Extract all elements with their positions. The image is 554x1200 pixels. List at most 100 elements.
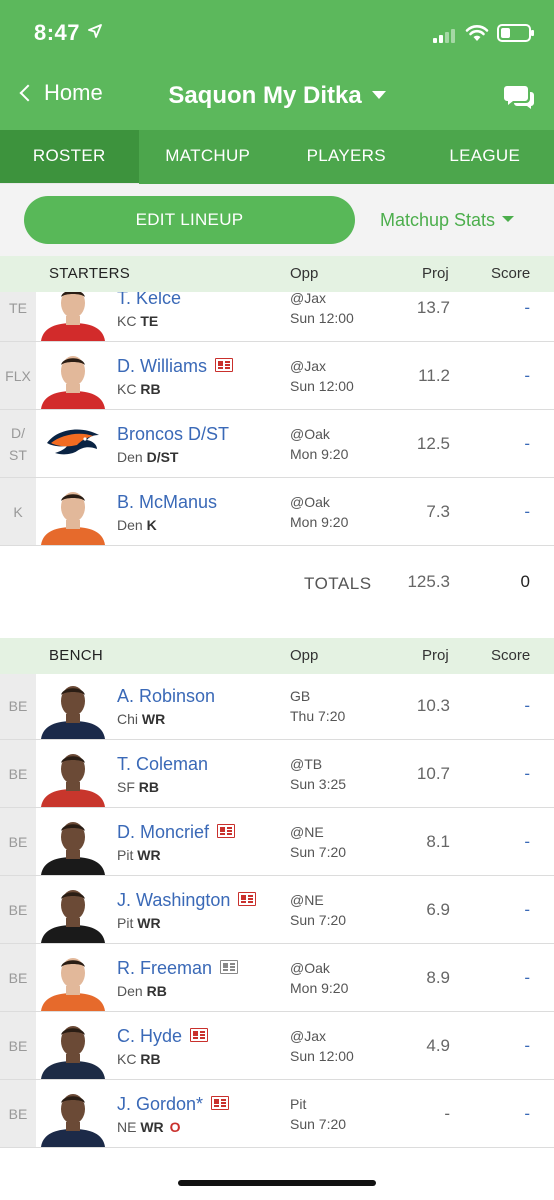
projected-points: 7.3 (426, 502, 450, 521)
slot-label: K (13, 503, 23, 520)
score-value[interactable]: - (500, 696, 530, 716)
player-row[interactable]: K B. McManus Den K @Oak Mon 9:20 7.3 - (0, 478, 554, 546)
lineup-slot[interactable]: BE (0, 1080, 36, 1147)
player-team: Chi (117, 711, 139, 727)
player-name: R. Freeman (117, 958, 213, 978)
opponent-cell: Pit Sun 7:20 (290, 1094, 346, 1134)
player-row[interactable]: BE J. Gordon* NE WR O Pit Sun 7:20 - - (0, 1080, 554, 1148)
player-team: Den (117, 983, 143, 999)
lineup-slot[interactable]: K (0, 478, 36, 545)
projected-points: 10.7 (416, 764, 450, 783)
score-value[interactable]: - (500, 900, 530, 920)
player-row[interactable]: BE C. Hyde KC RB @Jax Sun 12:00 4.9 - (0, 1012, 554, 1080)
player-position: RB (140, 1051, 161, 1067)
lineup-slot[interactable]: D/ST (0, 410, 36, 477)
battery-icon (497, 24, 534, 42)
player-name-link[interactable]: B. McManus (117, 492, 217, 513)
opponent-cell: @Oak Mon 9:20 (290, 492, 348, 532)
score-column-header: Score (491, 265, 531, 282)
news-icon[interactable] (215, 358, 233, 372)
player-photo (37, 487, 109, 545)
player-photo (37, 419, 109, 477)
opponent: @Jax (290, 358, 326, 374)
player-row[interactable]: BE J. Washington Pit WR @NE Sun 7:20 6.9 - (0, 876, 554, 944)
score-value[interactable]: - (500, 366, 530, 386)
player-name: J. Gordon* (117, 1094, 204, 1114)
projected-points: 8.1 (426, 832, 450, 851)
player-name: D. Moncrief (117, 822, 210, 842)
news-icon[interactable] (211, 1096, 230, 1110)
player-name-link[interactable]: J. Washington (117, 890, 257, 911)
page-title: Saquon My Ditka (168, 82, 362, 109)
opponent: @Oak (290, 426, 330, 442)
opponent-cell: @TB Sun 3:25 (290, 754, 346, 794)
score-value[interactable]: - (500, 434, 530, 454)
player-team: KC (117, 313, 137, 329)
player-name-link[interactable]: J. Gordon* (117, 1094, 230, 1115)
lineup-slot[interactable]: BE (0, 672, 36, 739)
player-team: Pit (117, 847, 134, 863)
score-value[interactable]: - (500, 298, 530, 318)
news-icon[interactable] (217, 824, 236, 838)
news-icon[interactable] (220, 960, 239, 974)
game-time: Sun 7:20 (290, 1116, 347, 1132)
player-team: Pit (117, 915, 134, 931)
lineup-slot[interactable]: BE (0, 808, 36, 875)
score-column-header: Score (491, 647, 531, 664)
slot-label: BE (8, 1037, 28, 1054)
game-time: Sun 3:25 (290, 776, 347, 792)
starters-header: STARTERS Opp Proj Score (0, 256, 554, 292)
matchup-stats-dropdown[interactable]: Matchup Stats (380, 210, 515, 231)
caret-down-icon (371, 90, 386, 99)
lineup-slot[interactable]: FLX (0, 342, 36, 409)
player-team-pos: Pit WR (117, 915, 161, 931)
player-name-link[interactable]: D. Moncrief (117, 822, 236, 843)
score-value[interactable]: - (500, 1104, 530, 1124)
score-value[interactable]: - (500, 968, 530, 988)
opponent: Pit (290, 1096, 307, 1112)
chat-icon[interactable] (503, 84, 535, 110)
player-name-link[interactable]: D. Williams (117, 356, 233, 377)
player-name-link[interactable]: R. Freeman (117, 958, 239, 979)
team-selector[interactable]: Saquon My Ditka (0, 82, 554, 110)
player-row[interactable]: BE D. Moncrief Pit WR @NE Sun 7:20 8.1 - (0, 808, 554, 876)
opponent-cell: @NE Sun 7:20 (290, 890, 346, 930)
player-name: A. Robinson (117, 686, 216, 706)
player-team-pos: SF RB (117, 779, 159, 795)
totals-label: TOTALS (304, 574, 372, 593)
lineup-slot[interactable]: BE (0, 1012, 36, 1079)
score-value[interactable]: - (500, 502, 530, 522)
home-indicator[interactable] (178, 1180, 376, 1186)
tab-league[interactable]: LEAGUE (416, 130, 554, 184)
news-icon[interactable] (238, 892, 257, 906)
tab-roster[interactable]: ROSTER (0, 130, 139, 186)
totals-row: TOTALS 125.3 0 (0, 546, 554, 616)
edit-lineup-button[interactable]: EDIT LINEUP (24, 196, 355, 244)
player-row[interactable]: D/ST Broncos D/ST Den D/ST @Oak Mon 9:20 12.5… (0, 410, 554, 478)
header-bar: 8:47 Home Saquon My Ditka (0, 0, 554, 130)
player-photo (37, 817, 109, 875)
player-team: Den (117, 517, 143, 533)
score-value[interactable]: - (500, 832, 530, 852)
bench-label: BENCH (49, 647, 104, 664)
player-position: WR (140, 1119, 164, 1135)
lineup-slot[interactable]: BE (0, 740, 36, 807)
lineup-slot[interactable]: BE (0, 876, 36, 943)
tab-players[interactable]: PLAYERS (277, 130, 416, 184)
opponent-cell: GB Thu 7:20 (290, 686, 345, 726)
player-name-link[interactable]: T. Coleman (117, 754, 208, 775)
player-row[interactable]: FLX D. Williams KC RB @Jax Sun 12:00 11.2 - (0, 342, 554, 410)
player-row[interactable]: BE T. Coleman SF RB @TB Sun 3:25 10.7 - (0, 740, 554, 808)
player-name-link[interactable]: C. Hyde (117, 1026, 209, 1047)
player-name-link[interactable]: Broncos D/ST (117, 424, 229, 445)
player-row[interactable]: BE R. Freeman Den RB @Oak Mon 9:20 8.9 - (0, 944, 554, 1012)
score-value[interactable]: - (500, 1036, 530, 1056)
projected-points: - (444, 1104, 450, 1123)
lineup-slot[interactable]: BE (0, 944, 36, 1011)
tab-matchup[interactable]: MATCHUP (139, 130, 278, 184)
score-value[interactable]: - (500, 764, 530, 784)
starters-label: STARTERS (49, 265, 131, 282)
player-row[interactable]: BE A. Robinson Chi WR GB Thu 7:20 10.3 - (0, 672, 554, 740)
player-name-link[interactable]: A. Robinson (117, 686, 215, 707)
news-icon[interactable] (190, 1028, 209, 1042)
